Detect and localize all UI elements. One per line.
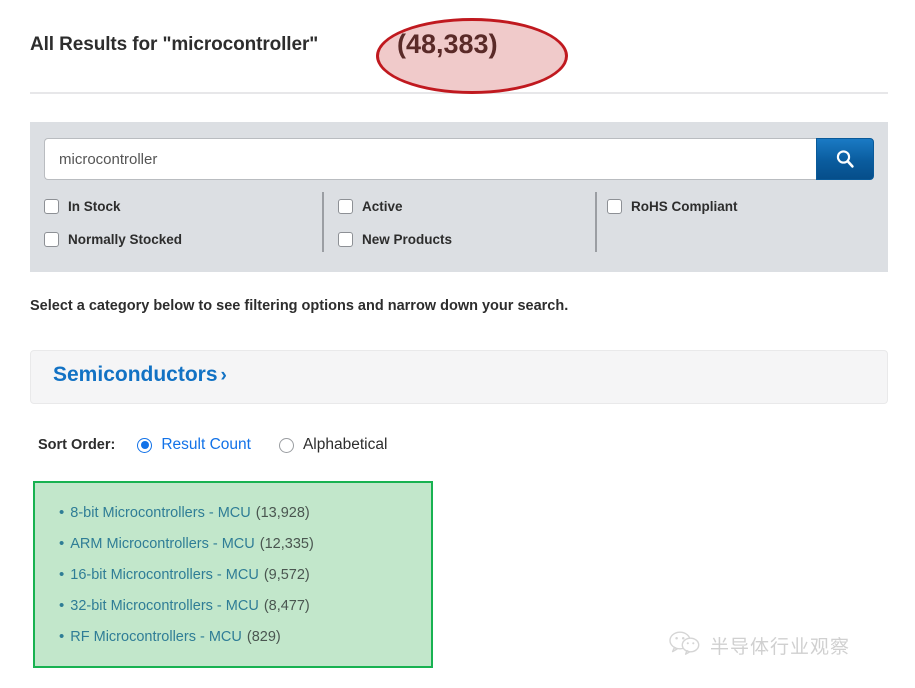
radio-selected-icon[interactable] [137,438,152,453]
bullet-icon: • [59,536,64,551]
sort-order-label: Sort Order: [38,437,115,453]
filter-label: In Stock [68,199,121,214]
result-count: (13,928) [256,505,310,521]
result-count-badge: (48,383) [397,29,498,60]
result-count: (829) [247,629,281,645]
filter-rohs-compliant[interactable]: RoHS Compliant [607,190,738,223]
filter-active[interactable]: Active [338,190,452,223]
filter-divider-2 [595,192,597,252]
list-item[interactable]: • 8-bit Microcontrollers - MCU (13,928) [59,497,314,528]
filter-group-1: In Stock Normally Stocked [44,190,182,256]
category-panel-semiconductors[interactable]: Semiconductors› [30,350,888,404]
result-link[interactable]: ARM Microcontrollers - MCU [70,536,255,552]
filter-in-stock[interactable]: In Stock [44,190,182,223]
result-count: (12,335) [260,536,314,552]
list-item[interactable]: • RF Microcontrollers - MCU (829) [59,621,314,652]
sort-order-row: Sort Order: Result Count Alphabetical [38,434,415,456]
checkbox-icon[interactable] [44,199,59,214]
filter-label: New Products [362,232,452,247]
filter-checkbox-area: In Stock Normally Stocked Active New Pro… [44,190,874,256]
search-panel: In Stock Normally Stocked Active New Pro… [30,122,888,272]
category-name: Semiconductors [53,363,218,386]
sort-option-alphabetical[interactable]: Alphabetical [279,436,387,454]
result-count: (8,477) [264,598,310,614]
filter-normally-stocked[interactable]: Normally Stocked [44,223,182,256]
filter-label: RoHS Compliant [631,199,738,214]
filter-group-3: RoHS Compliant [607,190,738,256]
filter-group-2: Active New Products [338,190,452,256]
search-button[interactable] [816,138,874,180]
result-link[interactable]: RF Microcontrollers - MCU [70,629,242,645]
result-link[interactable]: 8-bit Microcontrollers - MCU [70,505,250,521]
sort-option-label: Result Count [161,436,251,454]
filter-label: Active [362,199,403,214]
search-row [44,138,874,180]
wechat-icon [668,630,702,661]
chevron-right-icon: › [221,365,227,386]
result-count: (9,572) [264,567,310,583]
filter-divider-1 [322,192,324,252]
instruction-text: Select a category below to see filtering… [30,298,568,314]
result-link[interactable]: 16-bit Microcontrollers - MCU [70,567,259,583]
category-title[interactable]: Semiconductors› [53,363,227,387]
list-item[interactable]: • 32-bit Microcontrollers - MCU (8,477) [59,590,314,621]
checkbox-icon[interactable] [338,232,353,247]
results-list: • 8-bit Microcontrollers - MCU (13,928) … [59,497,314,652]
search-icon [834,148,856,170]
checkbox-icon[interactable] [44,232,59,247]
bullet-icon: • [59,598,64,613]
watermark-text: 半导体行业观察 [710,632,850,659]
sort-option-label: Alphabetical [303,436,387,454]
filter-label: Normally Stocked [68,232,182,247]
bullet-icon: • [59,629,64,644]
bullet-icon: • [59,567,64,582]
filter-new-products[interactable]: New Products [338,223,452,256]
results-highlight-box: • 8-bit Microcontrollers - MCU (13,928) … [33,481,433,668]
list-item[interactable]: • 16-bit Microcontrollers - MCU (9,572) [59,559,314,590]
checkbox-icon[interactable] [607,199,622,214]
checkbox-icon[interactable] [338,199,353,214]
radio-unselected-icon[interactable] [279,438,294,453]
bullet-icon: • [59,505,64,520]
page-title: All Results for "microcontroller" [30,34,318,56]
list-item[interactable]: • ARM Microcontrollers - MCU (12,335) [59,528,314,559]
search-input[interactable] [44,138,816,180]
sort-option-result-count[interactable]: Result Count [137,436,251,454]
result-link[interactable]: 32-bit Microcontrollers - MCU [70,598,259,614]
watermark: 半导体行业观察 [668,630,850,661]
